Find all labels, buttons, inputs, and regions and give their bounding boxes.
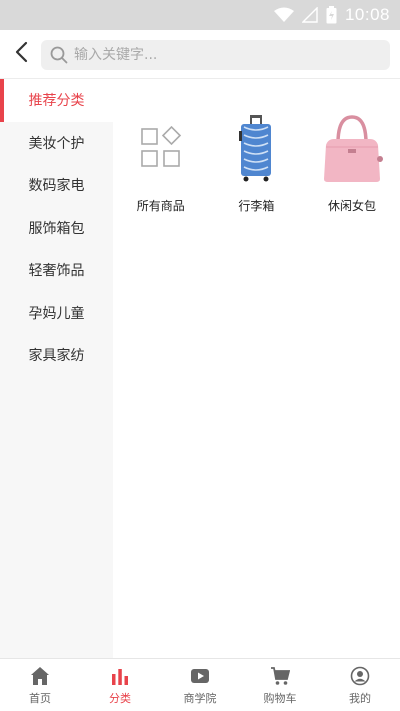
sidebar-item-label: 家具家纺 (28, 348, 85, 365)
status-time: 10:08 (344, 5, 390, 24)
profile-icon (349, 665, 371, 687)
signal-icon (301, 7, 318, 23)
category-icon (109, 665, 131, 687)
sidebar-item-home[interactable]: 家具家纺 (0, 334, 113, 377)
battery-icon (326, 6, 337, 24)
category-sidebar: 推荐分类 美妆个护 数码家电 服饰箱包 轻奢饰品 孕妈儿童 家具家纺 (0, 79, 113, 658)
sidebar-item-label: 美妆个护 (28, 135, 85, 152)
tab-label: 分类 (109, 691, 131, 705)
wifi-icon (273, 7, 294, 23)
subcategory-handbag[interactable]: 休闲女包 (304, 111, 400, 214)
tab-label: 首页 (29, 691, 51, 705)
subcategory-label: 所有商品 (136, 199, 185, 213)
tab-home[interactable]: 首页 (0, 659, 80, 711)
sidebar-item-recommended[interactable]: 推荐分类 (0, 79, 113, 122)
search-header (0, 30, 400, 79)
home-icon (29, 665, 51, 687)
search-icon (50, 46, 68, 64)
subcategory-label: 行李箱 (238, 199, 275, 213)
subcategory-suitcase[interactable]: 行李箱 (209, 111, 305, 214)
sidebar-item-label: 轻奢饰品 (28, 263, 85, 280)
subcategory-label: 休闲女包 (327, 199, 376, 213)
status-bar: 10:08 (0, 0, 400, 30)
tab-academy[interactable]: 商学院 (160, 659, 240, 711)
bottom-tab-bar: 首页 分类 商学院 购物车 我的 (0, 658, 400, 711)
subcategory-grid: 所有商品 行李箱 休闲女包 (113, 79, 400, 214)
subcategory-all-products[interactable]: 所有商品 (113, 111, 209, 214)
suitcase-image (221, 111, 291, 185)
tab-profile[interactable]: 我的 (320, 659, 400, 711)
handbag-image (317, 111, 387, 185)
tab-label: 购物车 (263, 691, 297, 705)
sidebar-item-electronics[interactable]: 数码家电 (0, 164, 113, 207)
search-input[interactable] (74, 47, 374, 63)
tab-label: 商学院 (183, 691, 217, 705)
tab-category[interactable]: 分类 (80, 659, 160, 711)
cart-icon (269, 665, 291, 687)
chevron-left-icon (14, 41, 28, 67)
play-icon (189, 665, 211, 687)
tab-cart[interactable]: 购物车 (240, 659, 320, 711)
category-content: 所有商品 行李箱 休闲女包 (113, 79, 400, 658)
sidebar-item-label: 推荐分类 (28, 93, 85, 110)
sidebar-item-apparel-bags[interactable]: 服饰箱包 (0, 207, 113, 250)
sidebar-item-label: 孕妈儿童 (28, 305, 85, 322)
sidebar-item-label: 服饰箱包 (28, 220, 85, 237)
sidebar-item-label: 数码家电 (28, 178, 85, 195)
back-button[interactable] (8, 39, 34, 69)
tab-label: 我的 (349, 691, 371, 705)
sidebar-item-luxury[interactable]: 轻奢饰品 (0, 249, 113, 292)
all-products-icon (126, 111, 196, 185)
sidebar-item-beauty[interactable]: 美妆个护 (0, 122, 113, 165)
search-box[interactable] (41, 40, 390, 70)
sidebar-item-maternity-kids[interactable]: 孕妈儿童 (0, 292, 113, 335)
